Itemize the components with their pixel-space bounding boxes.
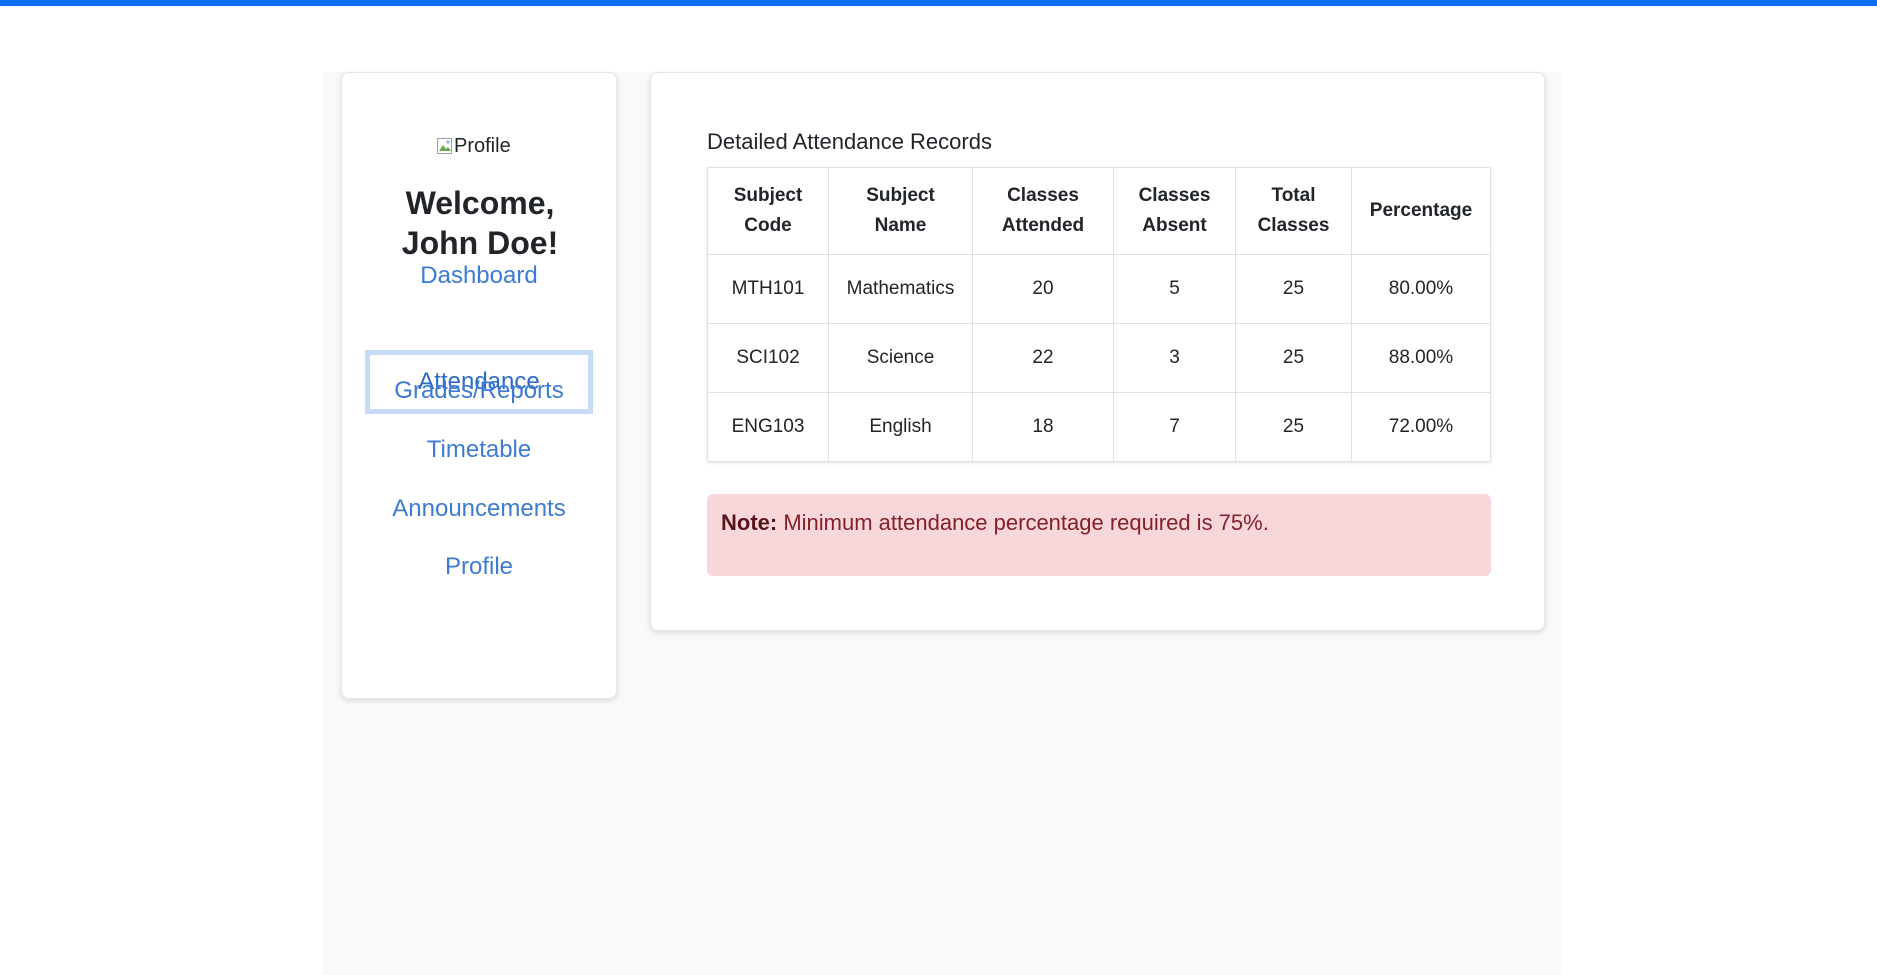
attendance-table: Subject Code Subject Name Classes Attend…	[707, 167, 1491, 462]
cell-subject-name: English	[828, 392, 973, 462]
cell-total-classes: 25	[1235, 392, 1352, 462]
column-header-classes-attended: Classes Attended	[972, 167, 1114, 255]
profile-image: Profile	[437, 131, 537, 161]
cell-subject-code: MTH101	[707, 254, 829, 324]
sidebar-item-dashboard[interactable]: Dashboard	[365, 244, 593, 308]
table-row: SCI102 Science 22 3 25 88.00%	[707, 323, 1491, 393]
note-label: Note:	[721, 510, 778, 535]
column-header-subject-name: Subject Name	[828, 167, 973, 255]
header-line: Attended	[1001, 215, 1085, 236]
welcome-line-1: Welcome,	[405, 185, 555, 221]
sidebar-item-profile[interactable]: Profile	[365, 535, 593, 599]
cell-total-classes: 25	[1235, 323, 1352, 393]
table-row: MTH101 Mathematics 20 5 25 80.00%	[707, 254, 1491, 324]
attendance-note-alert: Note: Minimum attendance percentage requ…	[707, 494, 1491, 576]
header-line: Subject	[733, 185, 803, 206]
cell-classes-attended: 18	[972, 392, 1114, 462]
cell-total-classes: 25	[1235, 254, 1352, 324]
cell-classes-attended: 22	[972, 323, 1114, 393]
sidebar-item-timetable[interactable]: Timetable	[365, 418, 593, 482]
cell-classes-absent: 7	[1113, 392, 1236, 462]
cell-percentage: 72.00%	[1351, 392, 1491, 462]
cell-subject-code: SCI102	[707, 323, 829, 393]
header-line: Absent	[1142, 215, 1207, 236]
cell-classes-absent: 5	[1113, 254, 1236, 324]
column-header-subject-code: Subject Code	[707, 167, 829, 255]
header-line: Classes	[1007, 185, 1079, 206]
column-header-classes-absent: Classes Absent	[1113, 167, 1236, 255]
header-line: Code	[744, 215, 792, 236]
header-line: Name	[874, 215, 927, 236]
cell-classes-attended: 20	[972, 254, 1114, 324]
header-line: Classes	[1138, 185, 1211, 206]
column-header-percentage: Percentage	[1351, 167, 1491, 255]
cell-percentage: 88.00%	[1351, 323, 1491, 393]
header-line: Classes	[1257, 215, 1330, 236]
table-row: ENG103 English 18 7 25 72.00%	[707, 392, 1491, 462]
profile-image-alt-text: Profile	[454, 134, 511, 157]
cell-percentage: 80.00%	[1351, 254, 1491, 324]
sidebar-item-grades-reports[interactable]: Grades/Reports	[365, 359, 593, 423]
attendance-card: Detailed Attendance Records Subject Code…	[650, 72, 1545, 631]
sidebar: Profile Welcome, John Doe! Dashboard Att…	[341, 72, 617, 699]
column-header-total-classes: Total Classes	[1235, 167, 1352, 255]
cell-subject-code: ENG103	[707, 392, 829, 462]
header-line: Subject	[866, 185, 935, 206]
header-line: Total	[1271, 185, 1316, 206]
header-line: Percentage	[1369, 200, 1473, 221]
cell-subject-name: Science	[828, 323, 973, 393]
cell-classes-absent: 3	[1113, 323, 1236, 393]
section-title: Detailed Attendance Records	[707, 129, 992, 154]
top-accent-bar	[0, 0, 1877, 6]
sidebar-item-announcements[interactable]: Announcements	[365, 477, 593, 541]
cell-subject-name: Mathematics	[828, 254, 973, 324]
broken-image-icon	[437, 137, 453, 155]
table-header-row: Subject Code Subject Name Classes Attend…	[707, 167, 1491, 255]
note-text: Minimum attendance percentage required i…	[777, 510, 1269, 535]
